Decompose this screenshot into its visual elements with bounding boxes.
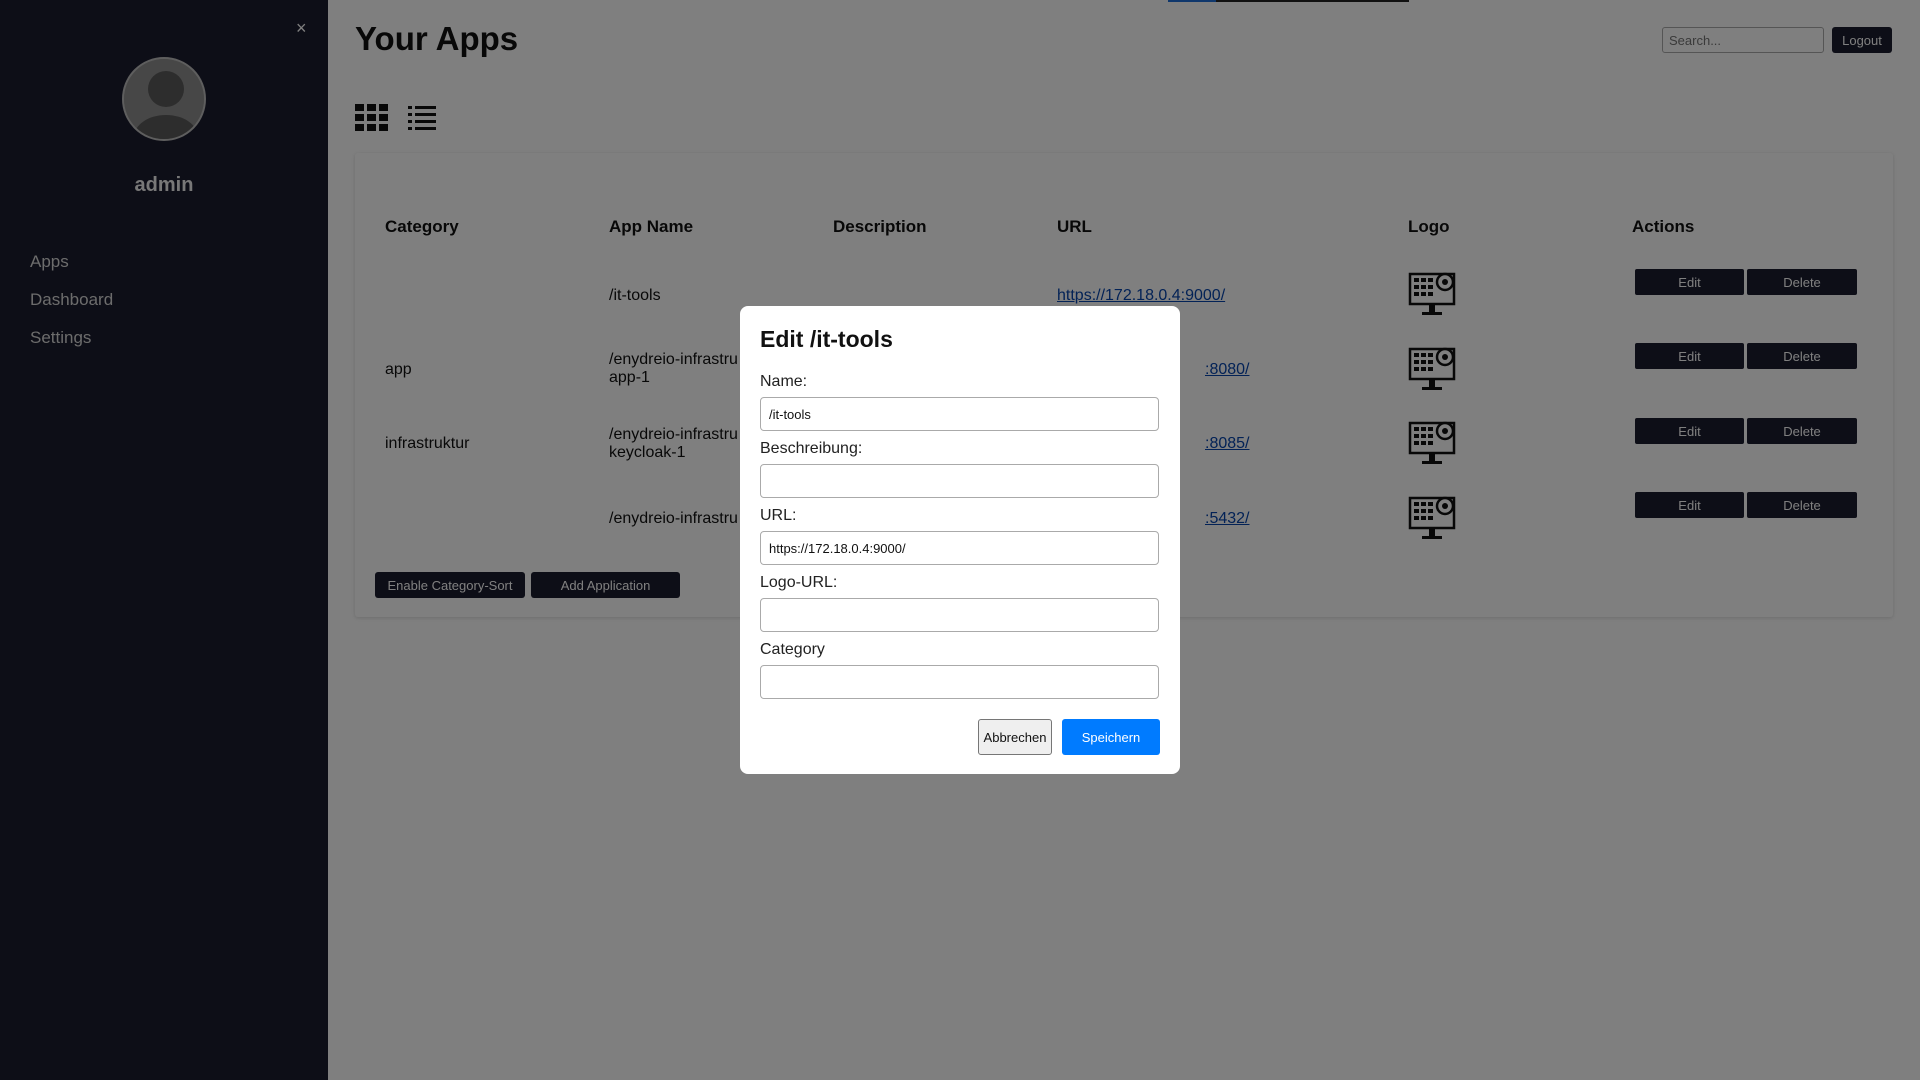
name-field[interactable] [760, 397, 1159, 431]
url-field[interactable] [760, 531, 1159, 565]
url-label: URL: [760, 507, 797, 524]
description-field[interactable] [760, 464, 1159, 498]
name-label: Name: [760, 373, 808, 390]
logo-url-field[interactable] [760, 598, 1159, 632]
edit-app-modal: Edit /it-tools Name: Beschreibung: URL: … [740, 306, 1180, 774]
logo-url-label: Logo-URL: [760, 574, 838, 591]
cancel-button[interactable]: Abbrechen [978, 719, 1052, 755]
category-label: Category [760, 641, 825, 658]
modal-title: Edit /it-tools [760, 326, 893, 352]
category-field[interactable] [760, 665, 1159, 699]
description-label: Beschreibung: [760, 440, 863, 457]
save-button[interactable]: Speichern [1062, 719, 1160, 755]
